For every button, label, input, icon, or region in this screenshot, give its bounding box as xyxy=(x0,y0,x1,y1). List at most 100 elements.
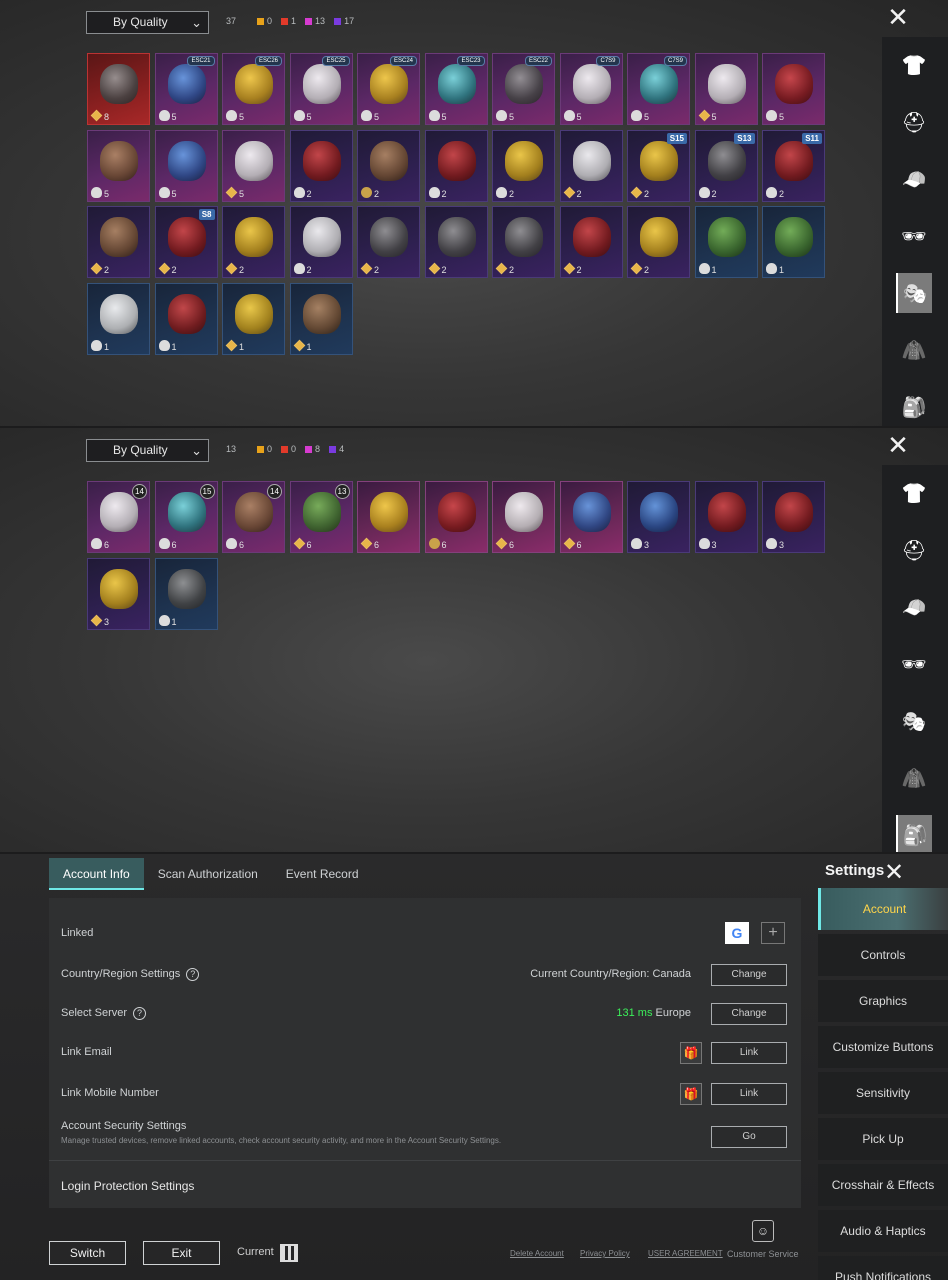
login-protection-heading[interactable]: Login Protection Settings xyxy=(61,1179,194,1193)
inventory-item[interactable]: 15 6 xyxy=(154,481,218,553)
exit-button[interactable]: Exit xyxy=(143,1241,220,1265)
help-icon[interactable]: ? xyxy=(186,968,200,981)
glasses-icon[interactable]: 🕶 xyxy=(896,216,932,256)
shirt-icon[interactable]: 👕 xyxy=(896,45,932,85)
inventory-item[interactable]: 5 xyxy=(154,129,218,202)
inventory-item[interactable]: 1 xyxy=(154,282,218,355)
inventory-item[interactable]: 3 xyxy=(694,481,758,553)
google-icon[interactable]: G xyxy=(725,922,749,944)
switch-button[interactable]: Switch xyxy=(49,1241,126,1265)
inventory-item[interactable]: 8 xyxy=(87,53,150,125)
inventory-item[interactable]: 1 xyxy=(154,557,218,630)
inventory-item[interactable]: 2 xyxy=(627,206,690,278)
settings-nav-graphics[interactable]: Graphics xyxy=(818,980,948,1022)
inventory-item[interactable]: S15 2 xyxy=(627,129,690,202)
inventory-item[interactable]: 1 xyxy=(87,282,150,355)
inventory-item[interactable]: 2 xyxy=(492,129,555,202)
inventory-item[interactable]: ESC24 5 xyxy=(357,53,420,125)
settings-nav-pick-up[interactable]: Pick Up xyxy=(818,1118,948,1160)
help-icon[interactable]: ? xyxy=(133,1007,147,1020)
backpack-icon[interactable]: 🎒 xyxy=(896,815,932,852)
settings-nav-audio-haptics[interactable]: Audio & Haptics xyxy=(818,1210,948,1252)
inventory-item[interactable]: ESC21 5 xyxy=(154,53,218,125)
customer-service-label[interactable]: Customer Service xyxy=(727,1249,799,1259)
inventory-item[interactable]: 2 xyxy=(492,206,555,278)
add-link-icon[interactable]: + xyxy=(761,922,785,944)
cap-icon[interactable]: 🧢 xyxy=(896,159,932,199)
inventory-item[interactable]: ESC22 5 xyxy=(492,53,555,125)
settings-nav-push-notifications[interactable]: Push Notifications xyxy=(818,1256,948,1280)
delete-account-link[interactable]: Delete Account xyxy=(510,1249,564,1258)
settings-nav-controls[interactable]: Controls xyxy=(818,934,948,976)
inventory-item[interactable]: 2 xyxy=(357,129,420,202)
inventory-item[interactable]: 2 xyxy=(289,129,353,202)
jacket-icon[interactable]: 🧥 xyxy=(896,758,932,798)
inventory-item[interactable]: 5 xyxy=(222,129,285,202)
jacket-icon[interactable]: 🧥 xyxy=(896,330,932,370)
inventory-item[interactable]: C7S9 5 xyxy=(627,53,690,125)
close-icon[interactable]: ✕ xyxy=(886,432,910,458)
settings-nav-account[interactable]: Account xyxy=(818,888,948,930)
user-agreement-link[interactable]: USER AGREEMENT xyxy=(648,1249,723,1258)
inventory-item[interactable]: 13 6 xyxy=(289,481,353,553)
inventory-item[interactable]: 14 6 xyxy=(87,481,150,553)
inventory-item[interactable]: ESC25 5 xyxy=(289,53,353,125)
inventory-item[interactable]: 2 xyxy=(289,206,353,278)
inventory-item[interactable]: 3 xyxy=(762,481,825,553)
inventory-item[interactable]: 6 xyxy=(357,481,420,553)
inventory-item[interactable]: 1 xyxy=(762,206,825,278)
inventory-item[interactable]: S8 2 xyxy=(154,206,218,278)
glasses-icon[interactable]: 🕶 xyxy=(896,644,932,684)
item-image xyxy=(235,140,273,181)
inventory-item[interactable]: 1 xyxy=(694,206,758,278)
close-icon[interactable]: ✕ xyxy=(886,4,910,30)
change-server-button[interactable]: Change xyxy=(711,1003,787,1025)
inventory-item[interactable]: 2 xyxy=(222,206,285,278)
backpack-icon[interactable]: 🎒 xyxy=(896,387,932,426)
cap-icon[interactable]: 🧢 xyxy=(896,587,932,627)
tab-account-info[interactable]: Account Info xyxy=(49,858,144,890)
inventory-item[interactable]: 2 xyxy=(357,206,420,278)
settings-nav-crosshair-effects[interactable]: Crosshair & Effects xyxy=(818,1164,948,1206)
inventory-item[interactable]: 3 xyxy=(627,481,690,553)
inventory-item[interactable]: 2 xyxy=(559,129,623,202)
change-region-button[interactable]: Change xyxy=(711,964,787,986)
inventory-item[interactable]: 5 xyxy=(87,129,150,202)
settings-nav-customize-buttons[interactable]: Customize Buttons xyxy=(818,1026,948,1068)
tab-scan-authorization[interactable]: Scan Authorization xyxy=(144,858,272,890)
mask-icon[interactable]: 🎭 xyxy=(896,273,932,313)
inventory-item[interactable]: 2 xyxy=(87,206,150,278)
qr-code-icon[interactable] xyxy=(280,1244,298,1262)
inventory-item[interactable]: S11 2 xyxy=(762,129,825,202)
helmet-icon[interactable]: ⛑ xyxy=(896,102,932,142)
inventory-item[interactable]: 1 xyxy=(289,282,353,355)
close-icon[interactable]: ✕ xyxy=(884,858,904,887)
inventory-item[interactable]: 2 xyxy=(424,129,488,202)
link-email-button[interactable]: Link xyxy=(711,1042,787,1064)
inventory-item[interactable]: 1 xyxy=(222,282,285,355)
mask-icon[interactable]: 🎭 xyxy=(896,701,932,741)
sort-dropdown[interactable]: By Quality ⌄ xyxy=(86,439,209,462)
inventory-item[interactable]: 14 6 xyxy=(222,481,285,553)
helmet-icon[interactable]: ⛑ xyxy=(896,530,932,570)
inventory-item[interactable]: S13 2 xyxy=(694,129,758,202)
sort-dropdown[interactable]: By Quality ⌄ xyxy=(86,11,209,34)
inventory-item[interactable]: 6 xyxy=(424,481,488,553)
inventory-item[interactable]: 5 xyxy=(694,53,758,125)
inventory-item[interactable]: ESC26 5 xyxy=(222,53,285,125)
inventory-item[interactable]: ESC23 5 xyxy=(424,53,488,125)
inventory-item[interactable]: 2 xyxy=(559,206,623,278)
shirt-icon[interactable]: 👕 xyxy=(896,473,932,513)
privacy-policy-link[interactable]: Privacy Policy xyxy=(580,1249,630,1258)
link-mobile-button[interactable]: Link xyxy=(711,1083,787,1105)
inventory-item[interactable]: 2 xyxy=(424,206,488,278)
security-go-button[interactable]: Go xyxy=(711,1126,787,1148)
inventory-item[interactable]: 6 xyxy=(559,481,623,553)
customer-service-icon[interactable]: ☺ xyxy=(752,1220,774,1242)
inventory-item[interactable]: C7S9 5 xyxy=(559,53,623,125)
settings-nav-sensitivity[interactable]: Sensitivity xyxy=(818,1072,948,1114)
inventory-item[interactable]: 3 xyxy=(87,557,150,630)
inventory-item[interactable]: 5 xyxy=(762,53,825,125)
tab-event-record[interactable]: Event Record xyxy=(272,858,373,890)
inventory-item[interactable]: 6 xyxy=(492,481,555,553)
